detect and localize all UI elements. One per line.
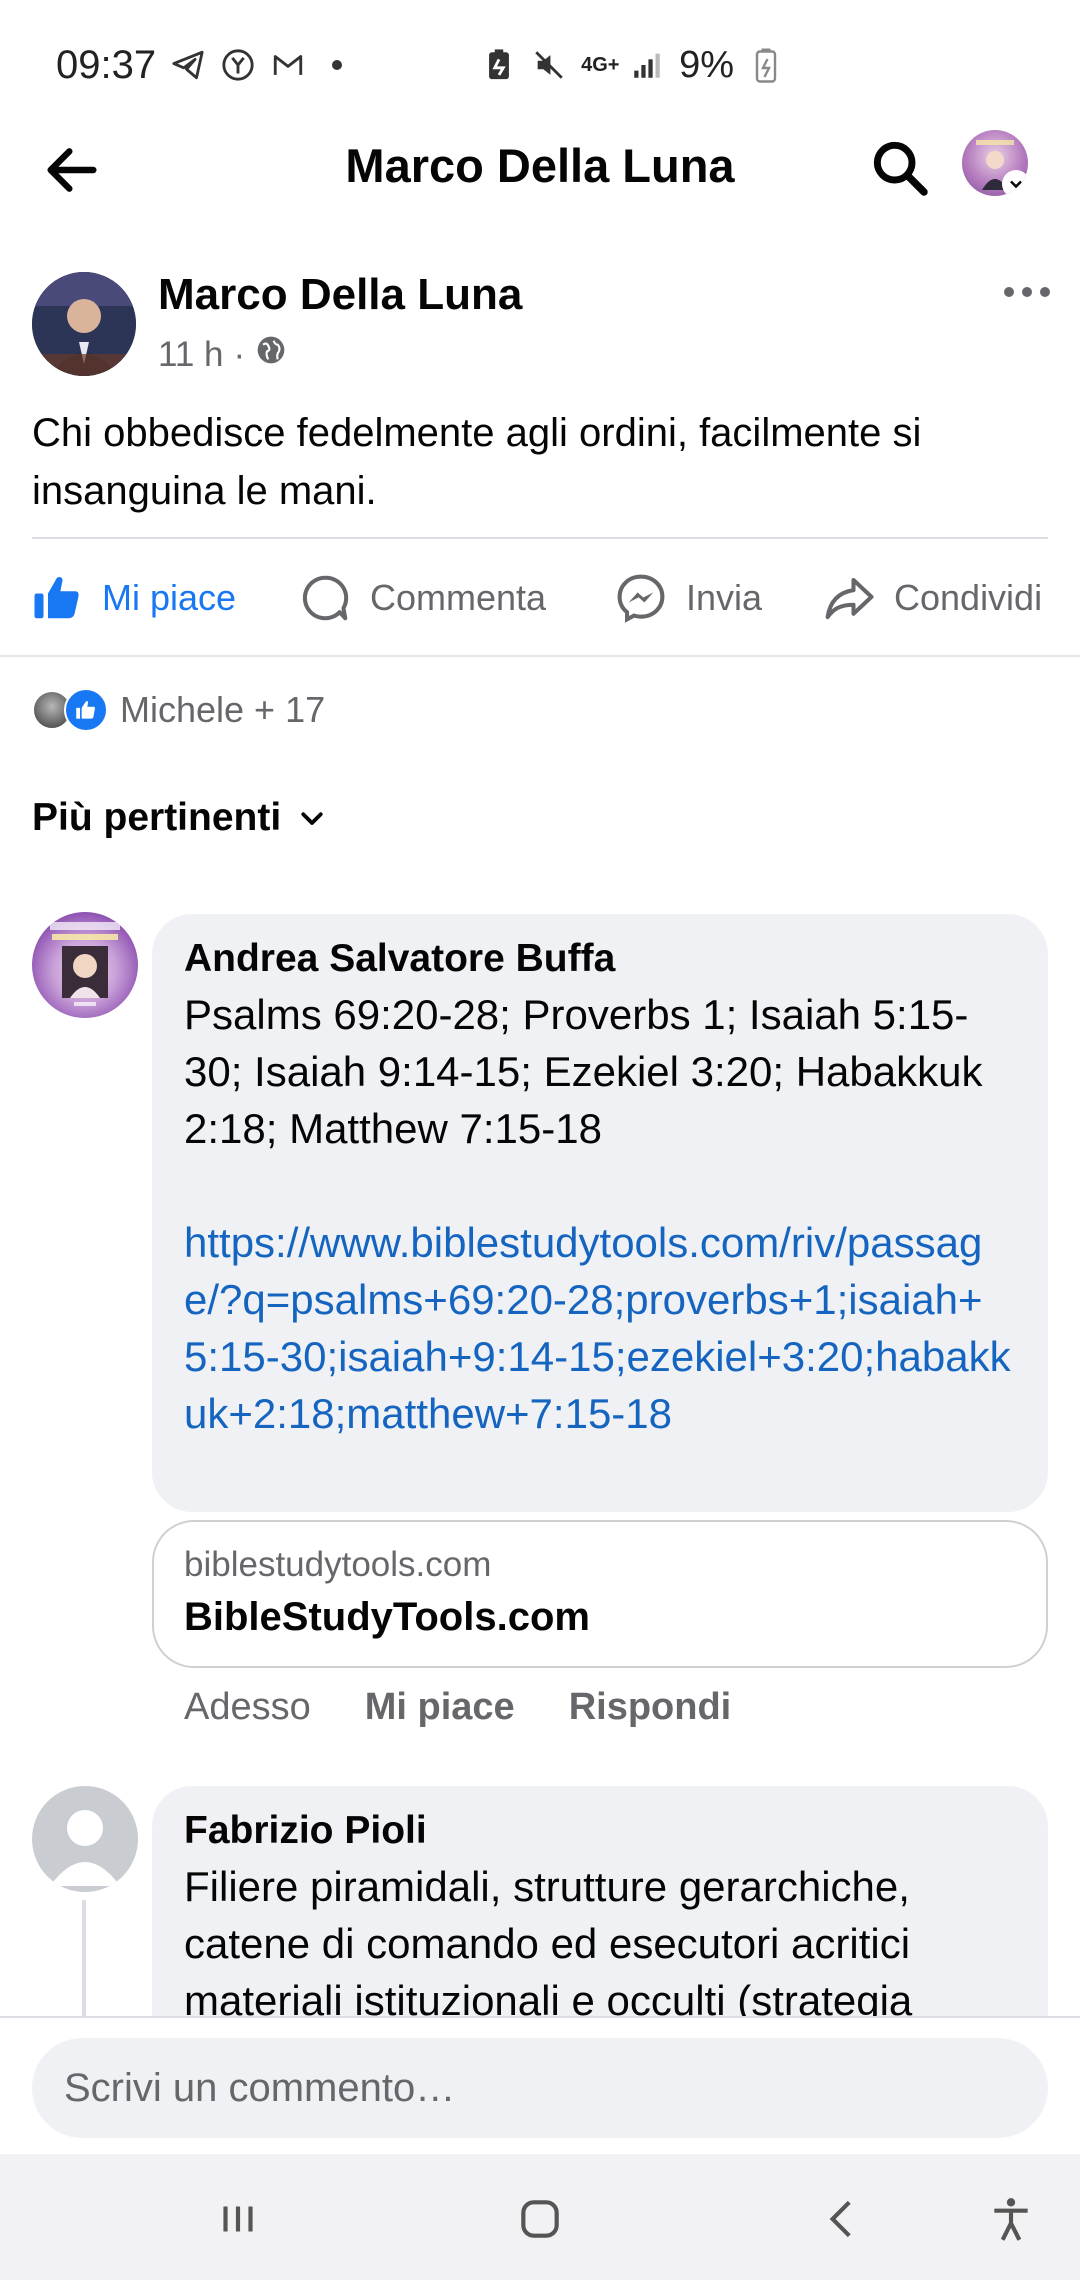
yahoo-icon [220,47,256,83]
share-button[interactable]: Condividi [822,560,1042,636]
meta-separator: · [233,334,246,374]
send-button[interactable]: Invia [614,560,762,636]
post-meta: 11 h · [158,334,287,375]
comment-text: Filiere piramidali, strutture gerarchich… [184,1863,913,2024]
system-navigation-bar [0,2154,1080,2280]
post-actions: Mi piace Commenta Invia Condividi [0,560,1080,636]
back-arrow-icon [47,148,97,192]
comment-composer-bar: Scrivi un commento… [0,2016,1080,2154]
thumbs-up-icon [34,577,79,619]
comment-input[interactable]: Scrivi un commento… [32,2038,1048,2138]
search-button[interactable] [868,136,932,200]
accessibility-button[interactable] [976,2184,1046,2254]
network-label: 4G+ [581,54,620,76]
notification-dot-icon [332,60,343,70]
comment-icon [302,575,349,621]
comment-author[interactable]: Andrea Salvatore Buffa [184,932,1016,986]
comment-label: Commenta [370,577,547,618]
status-left: 09:37 [56,42,343,88]
comment-reply-button[interactable]: Rispondi [569,1686,732,1729]
reactions-summary[interactable]: Michele + 17 [32,686,325,734]
divider [0,655,1080,657]
back-button[interactable] [40,138,104,202]
link-preview-domain: biblestudytools.com [184,1545,492,1584]
comment-time: Adesso [184,1686,311,1728]
status-time: 09:37 [56,42,157,87]
app-header: Marco Della Luna [0,110,1080,220]
comment-bubble: Andrea Salvatore Buffa Psalms 69:20-28; … [152,914,1048,1512]
post-more-options-icon[interactable] [1004,282,1050,302]
home-icon [521,2200,559,2238]
link-preview-card[interactable]: biblestudytools.com BibleStudyTools.com [152,1520,1048,1668]
send-label: Invia [686,577,763,618]
comment-sort-dropdown[interactable]: Più pertinenti [32,796,327,840]
mute-icon [531,47,567,83]
status-right: 4G+ 9% [481,44,1024,87]
recent-apps-icon [223,2206,253,2232]
like-button[interactable]: Mi piace [30,560,236,636]
globe-icon [255,334,287,375]
comment-actions: Adesso Mi piace Rispondi [184,1686,731,1729]
post-author-avatar[interactable] [32,272,136,376]
post-author-name[interactable]: Marco Della Luna [158,270,522,320]
link-preview-title: BibleStudyTools.com [184,1595,590,1639]
back-chevron-icon [829,2200,851,2238]
comment-text: Psalms 69:20-28; Proverbs 1; Isaiah 5:15… [184,991,983,1152]
back-nav-button[interactable] [808,2184,878,2254]
chevron-down-icon [1002,170,1028,196]
messenger-icon [617,574,665,623]
telegram-icon [170,47,206,83]
like-reaction-icon [64,688,108,732]
default-avatar-icon[interactable] [32,1786,138,1892]
comment-button[interactable]: Commenta [298,560,546,636]
sort-label: Più pertinenti [32,796,282,839]
recent-apps-button[interactable] [203,2184,273,2254]
comment-author[interactable]: Fabrizio Pioli [184,1804,1016,1858]
post-time: 11 h [158,334,224,374]
comment-like-button[interactable]: Mi piace [365,1686,515,1729]
profile-avatar[interactable] [962,130,1028,196]
battery-saver-icon [481,47,517,83]
search-icon [873,141,928,196]
share-icon [825,577,874,620]
battery-icon [748,47,784,83]
thread-line [82,1900,86,2020]
reactions-count: Michele + 17 [120,689,326,730]
divider [32,537,1048,539]
commenter-avatar[interactable] [32,912,138,1018]
signal-icon [629,47,665,83]
battery-percent: 9% [679,43,734,86]
chevron-down-icon [301,812,323,825]
post-text: Chi obbedisce fedelmente agli ordini, fa… [32,411,922,513]
like-label: Mi piace [102,577,237,618]
gmail-icon [270,47,306,83]
accessibility-icon [994,2198,1028,2241]
comment-link[interactable]: https://www.biblestudytools.com/riv/pass… [184,1214,1016,1442]
home-button[interactable] [505,2184,575,2254]
share-label: Condividi [894,577,1043,618]
